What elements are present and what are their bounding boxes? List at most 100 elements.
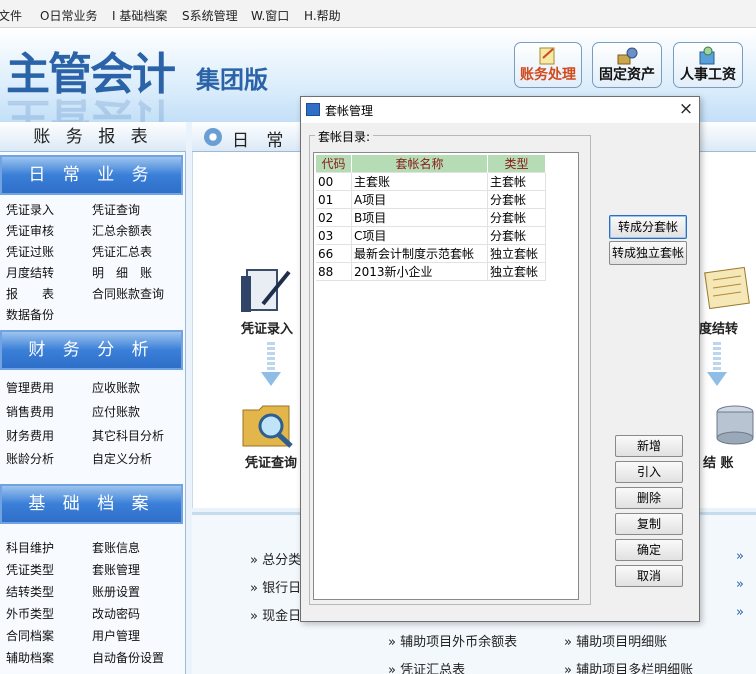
nav-item-closing-types[interactable]: 结转类型	[6, 583, 54, 600]
cell-type: 分套帐	[488, 191, 546, 209]
flow-voucher-query-label[interactable]: 凭证查询	[245, 452, 297, 471]
nav-item-currency-types[interactable]: 外币类型	[6, 605, 54, 622]
nav-item-payables[interactable]: 应付账款	[92, 403, 140, 420]
link-aux-detail-ledger[interactable]: » 辅助项目明细账	[564, 631, 667, 650]
payroll-module-button[interactable]: 人事工资	[673, 42, 743, 88]
fixed-assets-module-label: 固定资产	[599, 67, 655, 83]
cell-name: B项目	[352, 209, 488, 227]
chevron-right-icon[interactable]: »	[736, 577, 744, 592]
link-aux-multicolumn-ledger[interactable]: » 辅助项目多栏明细账	[564, 659, 693, 674]
nav-item-admin-expenses[interactable]: 管理费用	[6, 379, 54, 396]
cell-type: 独立套帐	[488, 263, 546, 281]
nav-item-ledger-settings[interactable]: 账册设置	[92, 583, 140, 600]
accounting-icon	[539, 47, 555, 65]
gear-icon	[204, 128, 222, 146]
nav-item-book-info[interactable]: 套账信息	[92, 539, 140, 556]
book-list-grid[interactable]: 代码 套帐名称 类型 00 主套账 主套帐 01 A项目 分套帐 02 B项目 …	[313, 152, 579, 600]
nav-item-reports[interactable]: 报 表	[6, 285, 54, 302]
accounting-module-label: 账务处理	[520, 67, 576, 83]
convert-to-sub-book-button[interactable]: 转成分套帐	[609, 215, 687, 239]
flow-closing-label[interactable]: 结 账	[703, 452, 734, 471]
nav-item-book-management[interactable]: 套账管理	[92, 561, 140, 578]
nav-item-data-backup[interactable]: 数据备份	[6, 306, 54, 323]
asset-icon	[617, 47, 638, 65]
section-financial-analysis[interactable]: 财 务 分 析	[0, 330, 183, 370]
column-header-code[interactable]: 代码	[316, 155, 352, 173]
nav-item-auxiliary-archive[interactable]: 辅助档案	[6, 649, 54, 666]
nav-item-voucher-query[interactable]: 凭证查询	[92, 201, 140, 218]
menu-help[interactable]: H.帮助	[304, 7, 341, 24]
section-daily-business[interactable]: 日 常 业 务	[0, 155, 183, 195]
left-navigation: 账 务 报 表 日 常 业 务 凭证录入 凭证查询 凭证审核 汇总余额表 凭证过…	[0, 122, 186, 674]
fixed-assets-module-button[interactable]: 固定资产	[592, 42, 662, 88]
nav-item-voucher-posting[interactable]: 凭证过账	[6, 243, 54, 260]
menu-window[interactable]: W.窗口	[251, 7, 289, 24]
cell-code: 03	[316, 227, 352, 245]
monthly-closing-icon[interactable]	[701, 266, 755, 314]
flow-monthly-closing-label[interactable]: 度结转	[699, 318, 738, 337]
nav-item-voucher-audit[interactable]: 凭证审核	[6, 222, 54, 239]
menu-file[interactable]: 文件	[0, 7, 22, 24]
link-general-ledger[interactable]: » 总分类	[250, 549, 301, 568]
cell-code: 88	[316, 263, 352, 281]
link-voucher-summary[interactable]: » 凭证汇总表	[388, 659, 465, 674]
accounting-module-button[interactable]: 账务处理	[514, 42, 582, 88]
cell-code: 02	[316, 209, 352, 227]
table-row[interactable]: 00 主套账 主套帐	[316, 173, 546, 191]
table-row[interactable]: 66 最新会计制度示范套帐 独立套帐	[316, 245, 546, 263]
link-cash-journal[interactable]: » 现金日	[250, 605, 301, 624]
chevron-right-icon[interactable]: »	[736, 549, 744, 564]
table-row[interactable]: 01 A项目 分套帐	[316, 191, 546, 209]
menu-system-management[interactable]: S系统管理	[182, 7, 238, 24]
nav-item-contract-archive[interactable]: 合同档案	[6, 627, 54, 644]
cancel-button[interactable]: 取消	[615, 565, 683, 587]
closing-books-icon[interactable]	[699, 398, 755, 450]
chevron-right-icon[interactable]: »	[736, 605, 744, 620]
link-bank-journal-label: 银行日	[262, 581, 302, 596]
table-row[interactable]: 88 2013新小企业 独立套帐	[316, 263, 546, 281]
nav-item-custom-analysis[interactable]: 自定义分析	[92, 450, 152, 467]
nav-item-summary-balance[interactable]: 汇总余额表	[92, 222, 152, 239]
import-button[interactable]: 引入	[615, 461, 683, 483]
link-aux-multicolumn-ledger-label: 辅助项目多栏明细账	[576, 663, 694, 674]
add-button[interactable]: 新增	[615, 435, 683, 457]
nav-item-auto-backup[interactable]: 自动备份设置	[92, 649, 164, 666]
link-aux-foreign-balance[interactable]: » 辅助项目外币余额表	[388, 631, 517, 650]
section-base-archives[interactable]: 基 础 档 案	[0, 484, 183, 524]
nav-item-aging-analysis[interactable]: 账龄分析	[6, 450, 54, 467]
menu-daily-business[interactable]: O日常业务	[40, 7, 97, 24]
convert-to-independent-book-button[interactable]: 转成独立套帐	[609, 241, 687, 265]
menu-base-archives[interactable]: I 基础档案	[112, 7, 167, 24]
nav-item-voucher-entry[interactable]: 凭证录入	[6, 201, 54, 218]
nav-item-finance-expenses[interactable]: 财务费用	[6, 427, 54, 444]
nav-item-account-maintenance[interactable]: 科目维护	[6, 539, 54, 556]
flow-arrow-down-icon	[261, 342, 281, 386]
voucher-entry-icon[interactable]	[237, 266, 299, 316]
voucher-query-icon[interactable]	[239, 400, 299, 450]
nav-item-voucher-summary[interactable]: 凭证汇总表	[92, 243, 152, 260]
nav-item-voucher-types[interactable]: 凭证类型	[6, 561, 54, 578]
flow-voucher-entry-label[interactable]: 凭证录入	[241, 318, 293, 337]
column-header-type[interactable]: 类型	[488, 155, 546, 173]
delete-button[interactable]: 删除	[615, 487, 683, 509]
dialog-titlebar[interactable]: 套帐管理 ×	[301, 97, 699, 123]
nav-item-receivables[interactable]: 应收账款	[92, 379, 140, 396]
table-row[interactable]: 02 B项目 分套帐	[316, 209, 546, 227]
nav-item-contract-query[interactable]: 合同账款查询	[92, 285, 164, 302]
table-row[interactable]: 03 C项目 分套帐	[316, 227, 546, 245]
cell-name: 最新会计制度示范套帐	[352, 245, 488, 263]
column-header-name[interactable]: 套帐名称	[352, 155, 488, 173]
copy-button[interactable]: 复制	[615, 513, 683, 535]
close-icon[interactable]: ×	[675, 98, 697, 120]
cell-code: 66	[316, 245, 352, 263]
nav-item-other-accounts[interactable]: 其它科目分析	[92, 427, 164, 444]
nav-item-change-password[interactable]: 改动密码	[92, 605, 140, 622]
link-bank-journal[interactable]: » 银行日	[250, 577, 301, 596]
nav-item-user-management[interactable]: 用户管理	[92, 627, 140, 644]
nav-item-monthly-closing[interactable]: 月度结转	[6, 264, 54, 281]
ok-button[interactable]: 确定	[615, 539, 683, 561]
nav-item-sales-expenses[interactable]: 销售费用	[6, 403, 54, 420]
nav-title: 账 务 报 表	[0, 122, 186, 152]
nav-item-detail-ledger[interactable]: 明 细 账	[92, 264, 152, 281]
cell-code: 00	[316, 173, 352, 191]
